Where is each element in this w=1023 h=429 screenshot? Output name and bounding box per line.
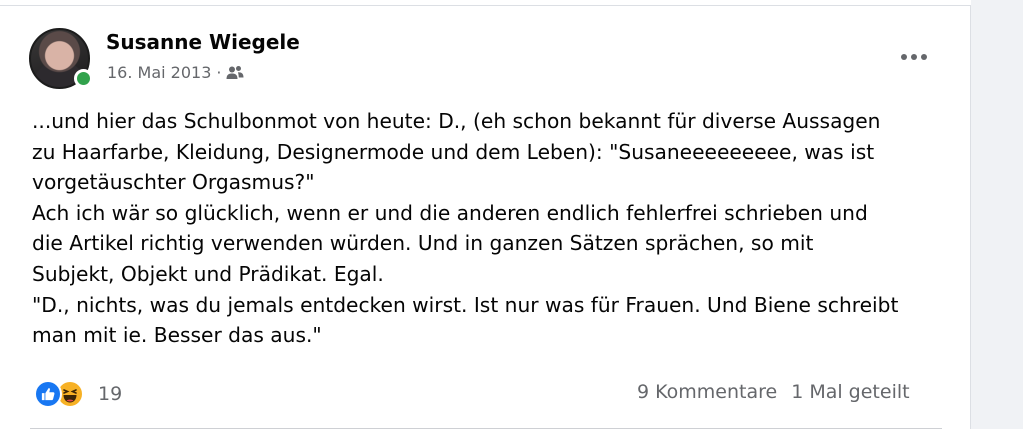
more-options-button[interactable] bbox=[893, 42, 935, 72]
dot-icon bbox=[921, 54, 927, 60]
author-avatar-link[interactable] bbox=[29, 28, 93, 89]
post-line: ...und hier das Schulbonmot von heute: D… bbox=[32, 109, 881, 133]
reactions-summary[interactable]: 19 bbox=[34, 380, 122, 408]
post-line: Subjekt, Objekt und Prädikat. Egal. bbox=[32, 261, 384, 286]
post-date[interactable]: 16. Mai 2013 bbox=[107, 63, 211, 82]
post-line: "D., nichts, was du jemals entdecken wir… bbox=[32, 292, 899, 317]
dot-icon bbox=[901, 54, 907, 60]
dot-icon bbox=[911, 54, 917, 60]
divider bbox=[0, 0, 971, 6]
post-line: zu Haarfarbe, Kleidung, Designermode und… bbox=[32, 139, 875, 164]
post-line: man mit ie. Besser das aus." bbox=[32, 323, 322, 348]
engagement-stats: 9 Kommentare 1 Mal geteilt bbox=[637, 381, 910, 403]
post-card: Susanne Wiegele 16. Mai 2013 · ...und hi… bbox=[0, 0, 971, 429]
like-reaction-icon bbox=[34, 380, 62, 408]
post-meta: 16. Mai 2013 · bbox=[107, 63, 244, 82]
meta-separator: · bbox=[216, 63, 222, 82]
shares-link[interactable]: 1 Mal geteilt bbox=[791, 381, 909, 403]
post-line: die Artikel richtig verwenden würden. Un… bbox=[32, 231, 814, 256]
post-line: Ach ich wär so glücklich, wenn er und di… bbox=[32, 200, 868, 225]
post-text: ...und hier das Schulbonmot von heute: D… bbox=[32, 106, 952, 351]
online-status-icon bbox=[74, 69, 93, 88]
author-name[interactable]: Susanne Wiegele bbox=[106, 30, 300, 54]
reaction-count[interactable]: 19 bbox=[98, 383, 122, 405]
post-line: vorgetäuschter Orgasmus?" bbox=[32, 170, 315, 195]
friends-icon[interactable] bbox=[226, 65, 244, 81]
comments-link[interactable]: 9 Kommentare bbox=[637, 381, 777, 403]
